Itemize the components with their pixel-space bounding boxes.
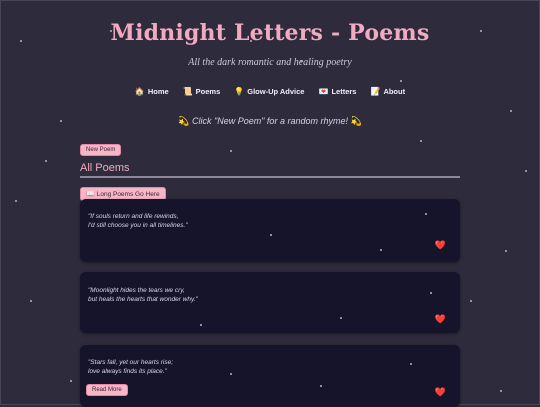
star-dot <box>505 250 507 252</box>
nav-item-label: Poems <box>195 87 221 96</box>
star-dot <box>430 292 432 294</box>
dizzy-star-icon: 💫 <box>350 116 362 126</box>
poem-card: "Moonlight hides the tears we cry, but h… <box>80 272 460 333</box>
heart-icon[interactable]: ❤️ <box>435 240 446 251</box>
star-dot <box>340 317 342 319</box>
page-title: Midnight Letters - Poems <box>110 20 430 46</box>
dizzy-star-icon: 💫 <box>178 116 190 126</box>
star-dot <box>470 300 472 302</box>
star-dot <box>70 380 72 382</box>
star-dot <box>30 300 32 302</box>
star-dot <box>200 324 202 326</box>
nav-item-label: Letters <box>331 87 357 96</box>
star-dot <box>500 390 502 392</box>
main-nav: 🏠 Home 📜 Poems 💡 Glow-Up Advice 💌 Letter… <box>0 87 540 96</box>
star-dot <box>420 140 422 142</box>
love-letter-icon: 💌 <box>318 87 329 96</box>
star-dot <box>320 385 322 387</box>
section-divider <box>80 176 460 178</box>
star-dot <box>510 110 512 112</box>
nav-item-home[interactable]: 🏠 Home <box>135 87 169 96</box>
poem-card: "If souls return and life rewinds, I'd s… <box>80 199 460 262</box>
random-rhyme-hint: 💫 Click "New Poem" for a random rhyme! 💫 <box>0 116 540 127</box>
poem-text: "Moonlight hides the tears we cry, but h… <box>88 287 198 303</box>
star-dot <box>230 373 232 375</box>
poem-text: "If souls return and life rewinds, I'd s… <box>88 213 188 229</box>
nav-item-letters[interactable]: 💌 Letters <box>318 87 356 96</box>
nav-item-label: Glow-Up Advice <box>247 87 305 96</box>
hint-text: Click "New Poem" for a random rhyme! <box>192 116 348 126</box>
book-icon: 📖 <box>86 191 95 198</box>
home-icon: 🏠 <box>134 87 145 96</box>
star-dot <box>380 249 382 251</box>
poem-text: "Stars fall, yet our hearts rise; love a… <box>88 359 174 375</box>
section-title: All Poems <box>80 162 130 174</box>
star-dot <box>425 213 427 215</box>
long-poems-label: Long Poems Go Here <box>96 191 160 198</box>
nav-item-label: About <box>383 87 406 96</box>
read-more-button[interactable]: Read More <box>86 384 128 396</box>
lightbulb-icon: 💡 <box>234 87 245 96</box>
star-dot <box>270 234 272 236</box>
star-dot <box>45 160 47 162</box>
poem-card: "Stars fall, yet our hearts rise; love a… <box>80 345 460 407</box>
page-subtitle: All the dark romantic and healing poetry <box>188 57 352 68</box>
nav-item-glow-up-advice[interactable]: 💡 Glow-Up Advice <box>234 87 304 96</box>
star-dot <box>230 150 232 152</box>
star-dot <box>525 170 527 172</box>
new-poem-button[interactable]: New Poem <box>80 144 122 156</box>
memo-icon: 📝 <box>370 87 381 96</box>
star-dot <box>15 200 17 202</box>
heart-icon[interactable]: ❤️ <box>435 387 446 398</box>
heart-icon[interactable]: ❤️ <box>435 314 446 325</box>
nav-item-about[interactable]: 📝 About <box>370 87 405 96</box>
nav-item-label: Home <box>147 87 169 96</box>
star-dot <box>410 363 412 365</box>
scroll-icon: 📜 <box>182 87 193 96</box>
star-dot <box>400 80 402 82</box>
nav-item-poems[interactable]: 📜 Poems <box>183 87 221 96</box>
